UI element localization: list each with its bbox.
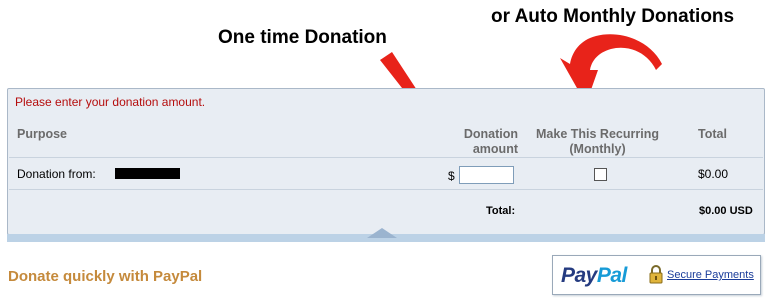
auto-monthly-annotation: or Auto Monthly Donations bbox=[491, 6, 735, 27]
error-message: Please enter your donation amount. bbox=[15, 95, 206, 109]
one-time-annotation: One time Donation bbox=[218, 27, 387, 48]
donation-form-panel: Please enter your donation amount. Purpo… bbox=[7, 88, 765, 235]
redacted-donor-name bbox=[115, 168, 180, 179]
recurring-column-header: Make This Recurring (Monthly) bbox=[530, 127, 665, 157]
grand-total: $0.00 USD bbox=[699, 205, 753, 217]
recurring-checkbox[interactable] bbox=[594, 168, 607, 181]
total-label: Total: bbox=[486, 205, 516, 217]
donor-label: Donation from: bbox=[17, 167, 96, 181]
purpose-column-header: Purpose bbox=[17, 127, 68, 141]
donate-heading: Donate quickly with PayPal bbox=[8, 268, 203, 285]
paypal-logo-pal: Pal bbox=[596, 264, 628, 287]
lock-icon bbox=[649, 265, 663, 284]
row-total: $0.00 bbox=[698, 167, 729, 181]
currency-symbol: $ bbox=[448, 169, 455, 183]
row-divider bbox=[9, 189, 763, 190]
secure-payments-link[interactable]: Secure Payments bbox=[667, 269, 754, 281]
donation-amount-column-header: Donation amount bbox=[448, 127, 518, 157]
recurring-header-line1: Make This Recurring bbox=[536, 127, 659, 141]
recurring-header-line2: (Monthly) bbox=[569, 142, 626, 156]
total-column-header: Total bbox=[698, 127, 727, 141]
donation-amount-header-line2: amount bbox=[472, 142, 518, 156]
header-divider bbox=[9, 157, 763, 158]
donation-amount-header-line1: Donation bbox=[463, 127, 518, 141]
paypal-logo: PayPal bbox=[561, 264, 627, 288]
paypal-secure-payments-badge[interactable]: PayPal Secure Payments bbox=[552, 255, 761, 295]
paypal-logo-pay: Pay bbox=[561, 264, 597, 287]
donation-amount-input[interactable] bbox=[459, 166, 514, 184]
collapse-arrow-icon[interactable] bbox=[367, 228, 397, 238]
